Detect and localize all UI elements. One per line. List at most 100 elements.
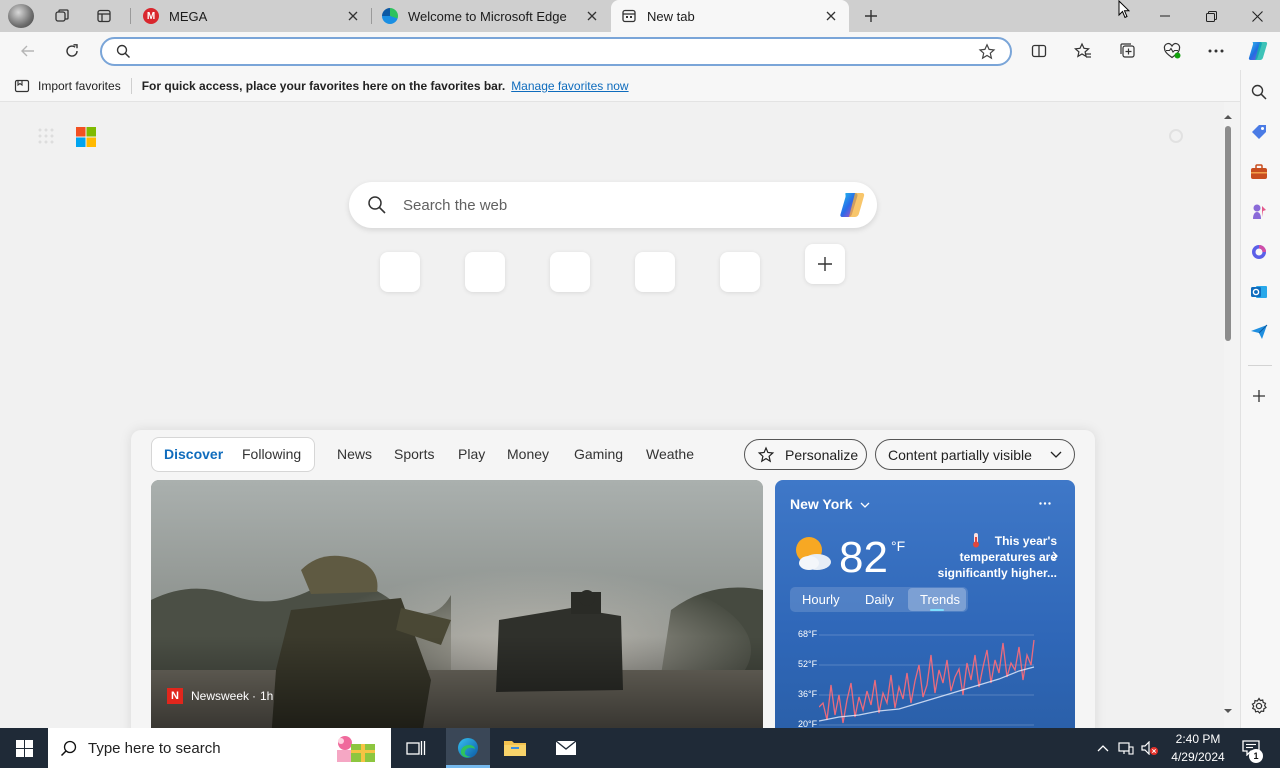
weather-tab-indicator [930,609,944,611]
feed-tab-discover[interactable]: Discover [164,446,223,462]
personalize-label: Personalize [785,446,859,463]
quick-link-tile[interactable] [635,252,675,292]
tab-title: MEGA [169,8,208,24]
sidebar-copilot-button[interactable] [1245,238,1273,266]
sidebar-add-button[interactable] [1245,382,1273,410]
mail-button[interactable] [544,728,588,768]
scroll-up-icon[interactable] [1221,112,1235,122]
sidebar-tools-button[interactable] [1245,158,1273,186]
notification-count-badge: 1 [1249,749,1263,763]
chart-y-label: 36°F [798,689,818,699]
favorite-star-icon[interactable] [978,43,996,61]
weather-tab-hourly[interactable]: Hourly [802,587,840,612]
back-button[interactable] [12,35,44,67]
sidebar-shopping-button[interactable] [1245,118,1273,146]
page-scrollbar[interactable] [1221,112,1235,718]
new-tab-button[interactable] [855,0,887,32]
sidebar-outlook-button[interactable] [1245,278,1273,306]
copilot-search-icon[interactable] [837,191,867,219]
close-tab-icon[interactable] [584,8,600,24]
sidebar-games-button[interactable] [1245,198,1273,226]
hero-separator: · [252,689,256,703]
copilot-icon [1248,42,1268,60]
favorites-button[interactable] [1067,35,1099,67]
network-icon[interactable] [1115,728,1137,768]
browser-essentials-button[interactable] [1156,35,1188,67]
notification-center-button[interactable] [1234,728,1268,768]
weather-card[interactable]: New York 82 °F This year's temperatures … [775,480,1075,740]
feed-tab-following[interactable]: Following [242,446,301,462]
feed-nav-gaming[interactable]: Gaming [574,446,623,462]
collections-button[interactable] [1112,35,1144,67]
taskbar-search-box[interactable]: Type here to search [48,728,391,768]
settings-more-button[interactable] [1200,35,1232,67]
mouse-cursor-icon [1118,0,1130,19]
tab-new-tab[interactable]: New tab [611,0,849,32]
quick-link-tile[interactable] [550,252,590,292]
close-window-button[interactable] [1234,0,1280,32]
scroll-down-icon[interactable] [1221,706,1235,716]
feed-nav-weather[interactable]: Weathe [646,446,694,462]
copilot-button[interactable] [1242,35,1274,67]
more-horizontal-icon[interactable] [1039,502,1051,505]
import-favorites-button[interactable]: Import favorites [14,78,121,94]
workspaces-button[interactable] [46,0,78,32]
feed-nav-money[interactable]: Money [507,446,549,462]
address-bar[interactable] [100,37,1012,66]
web-search-placeholder: Search the web [403,196,508,214]
close-tab-icon[interactable] [345,8,361,24]
scrollbar-thumb[interactable] [1225,126,1231,341]
weather-tab-daily[interactable]: Daily [865,587,894,612]
add-quick-link-button[interactable] [805,244,845,284]
web-search-box[interactable]: Search the web [349,182,877,228]
split-screen-icon [1031,44,1047,58]
tab-welcome-edge[interactable]: Welcome to Microsoft Edge [372,0,610,32]
weather-location[interactable]: New York [790,496,853,512]
chevron-down-icon[interactable] [860,502,870,508]
start-button[interactable] [0,728,48,768]
minimize-button[interactable] [1142,0,1188,32]
split-screen-button[interactable] [1023,35,1055,67]
partly-sunny-icon [796,537,831,570]
feed-nav-news[interactable]: News [337,446,372,462]
edge-icon [458,738,478,758]
volume-muted-icon[interactable] [1139,728,1161,768]
temperature-trend-chart [819,634,1035,726]
chart-y-label: 52°F [798,659,818,669]
show-hidden-icons-button[interactable] [1092,728,1114,768]
quick-link-tile[interactable] [465,252,505,292]
taskbar-clock-date[interactable]: 4/29/2024 [1166,750,1230,764]
weather-alert[interactable]: This year's temperatures are significant… [935,533,1057,581]
personalize-button[interactable]: Personalize [744,439,867,470]
ntp-settings-icon[interactable] [1168,128,1184,144]
restore-button[interactable] [1188,0,1234,32]
close-tab-icon[interactable] [823,8,839,24]
sidebar-search-button[interactable] [1245,78,1273,106]
feed-nav-play[interactable]: Play [458,446,485,462]
sidebar-drop-button[interactable] [1245,318,1273,346]
content-visibility-dropdown[interactable]: Content partially visible [875,439,1075,470]
quick-link-tile[interactable] [380,252,420,292]
mail-icon [555,740,577,755]
close-icon [1251,10,1263,22]
refresh-button[interactable] [56,35,88,67]
favorites-icon [1074,42,1091,58]
feed-nav-sports[interactable]: Sports [394,446,434,462]
task-view-button[interactable] [397,728,435,768]
profile-avatar[interactable] [8,4,34,28]
sidebar-settings-button[interactable] [1245,692,1273,720]
content-visibility-label: Content partially visible [888,446,1032,463]
hero-news-card[interactable]: N Newsweek · 1h [151,480,763,740]
task-view-icon [406,741,426,755]
tab-mega[interactable]: M MEGA [133,0,371,32]
manage-favorites-link[interactable]: Manage favorites now [511,79,628,93]
address-input[interactable] [140,43,960,61]
taskbar-clock-time[interactable]: 2:40 PM [1173,732,1223,746]
apps-launcher-icon[interactable] [38,128,54,144]
chevron-right-icon[interactable] [1052,551,1058,561]
taskbar-edge-button[interactable] [446,728,490,768]
tab-title: Welcome to Microsoft Edge [408,8,567,24]
file-explorer-button[interactable] [493,728,537,768]
quick-link-tile[interactable] [720,252,760,292]
tab-actions-button[interactable] [88,0,120,32]
